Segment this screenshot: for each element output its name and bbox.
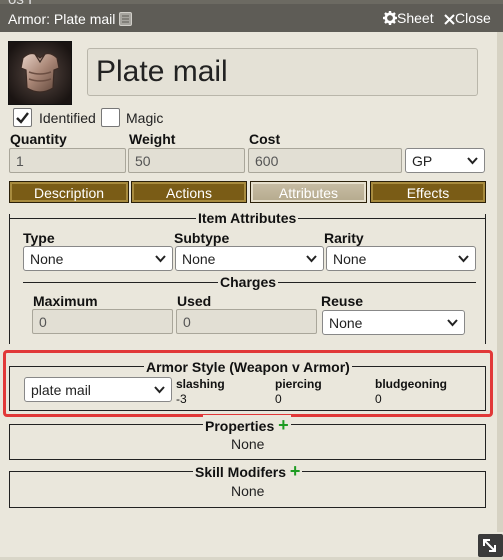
identified-label: Identified	[39, 110, 96, 126]
type-label: Type	[23, 230, 55, 246]
highlight-box	[3, 350, 493, 417]
charges-title: Charges	[218, 274, 279, 290]
chevron-down-icon	[306, 255, 317, 263]
close-icon	[444, 12, 455, 28]
subtype-label: Subtype	[174, 230, 230, 246]
chevron-down-icon	[467, 157, 478, 165]
magic-label: Magic	[126, 110, 164, 126]
reuse-select[interactable]: None	[322, 310, 465, 335]
reuse-label: Reuse	[321, 293, 364, 309]
tab-description[interactable]: Description	[9, 181, 129, 203]
type-select[interactable]: None	[23, 246, 173, 271]
add-skill-modifier-icon[interactable]: +	[290, 461, 301, 481]
close-button[interactable]: Close	[444, 10, 491, 28]
window-title: Armor: Plate mail	[8, 11, 133, 29]
type-value: None	[30, 251, 64, 267]
window-title-text: Armor: Plate mail	[8, 11, 116, 27]
tab-attributes[interactable]: Attributes	[250, 181, 367, 203]
add-property-icon[interactable]: +	[278, 415, 289, 435]
check-icon	[16, 112, 29, 124]
close-label: Close	[455, 10, 491, 26]
note-icon[interactable]	[119, 12, 133, 29]
skill-modifiers-title: Skill Modifers	[195, 464, 287, 480]
subtype-select[interactable]: None	[175, 246, 324, 271]
skill-modifiers-header: Skill Modifers +	[193, 461, 303, 482]
subtype-value: None	[182, 251, 216, 267]
gear-icon	[383, 11, 397, 28]
rarity-select[interactable]: None	[326, 246, 476, 271]
properties-title: Properties	[205, 418, 275, 434]
chevron-down-icon	[155, 255, 166, 263]
quantity-field[interactable]: 1	[9, 148, 126, 173]
used-field[interactable]: 0	[176, 309, 317, 334]
used-label: Used	[177, 293, 212, 309]
maximum-field[interactable]: 0	[32, 309, 173, 334]
rarity-label: Rarity	[324, 230, 364, 246]
weight-field[interactable]: 50	[128, 148, 245, 173]
currency-value: GP	[412, 153, 433, 169]
identified-checkbox[interactable]	[13, 108, 32, 127]
weight-label: Weight	[129, 131, 176, 147]
sheet-label: Sheet	[397, 10, 434, 26]
properties-value: None	[231, 436, 265, 452]
item-attributes-title: Item Attributes	[196, 210, 299, 226]
chevron-down-icon	[447, 319, 458, 327]
cost-field[interactable]: 600	[248, 148, 402, 173]
quantity-label: Quantity	[10, 131, 67, 147]
skill-modifiers-value: None	[231, 483, 265, 499]
cost-label: Cost	[249, 131, 281, 147]
reuse-value: None	[329, 315, 363, 331]
maximum-label: Maximum	[33, 293, 98, 309]
properties-header: Properties +	[203, 415, 291, 436]
currency-select[interactable]: GP	[405, 148, 485, 173]
chevron-down-icon	[458, 255, 469, 263]
tab-actions[interactable]: Actions	[131, 181, 247, 203]
magic-checkbox[interactable]	[101, 108, 120, 127]
sheet-button[interactable]: Sheet	[383, 10, 434, 28]
armor-image[interactable]	[8, 41, 72, 105]
tab-effects[interactable]: Effects	[370, 181, 486, 203]
resize-handle[interactable]	[478, 534, 503, 557]
scrollbar-track[interactable]	[497, 32, 503, 532]
window-header[interactable]: Armor: Plate mail Sheet Close	[0, 4, 503, 32]
item-name-input[interactable]: Plate mail	[87, 48, 478, 96]
resize-icon	[483, 539, 496, 552]
rarity-value: None	[333, 251, 367, 267]
